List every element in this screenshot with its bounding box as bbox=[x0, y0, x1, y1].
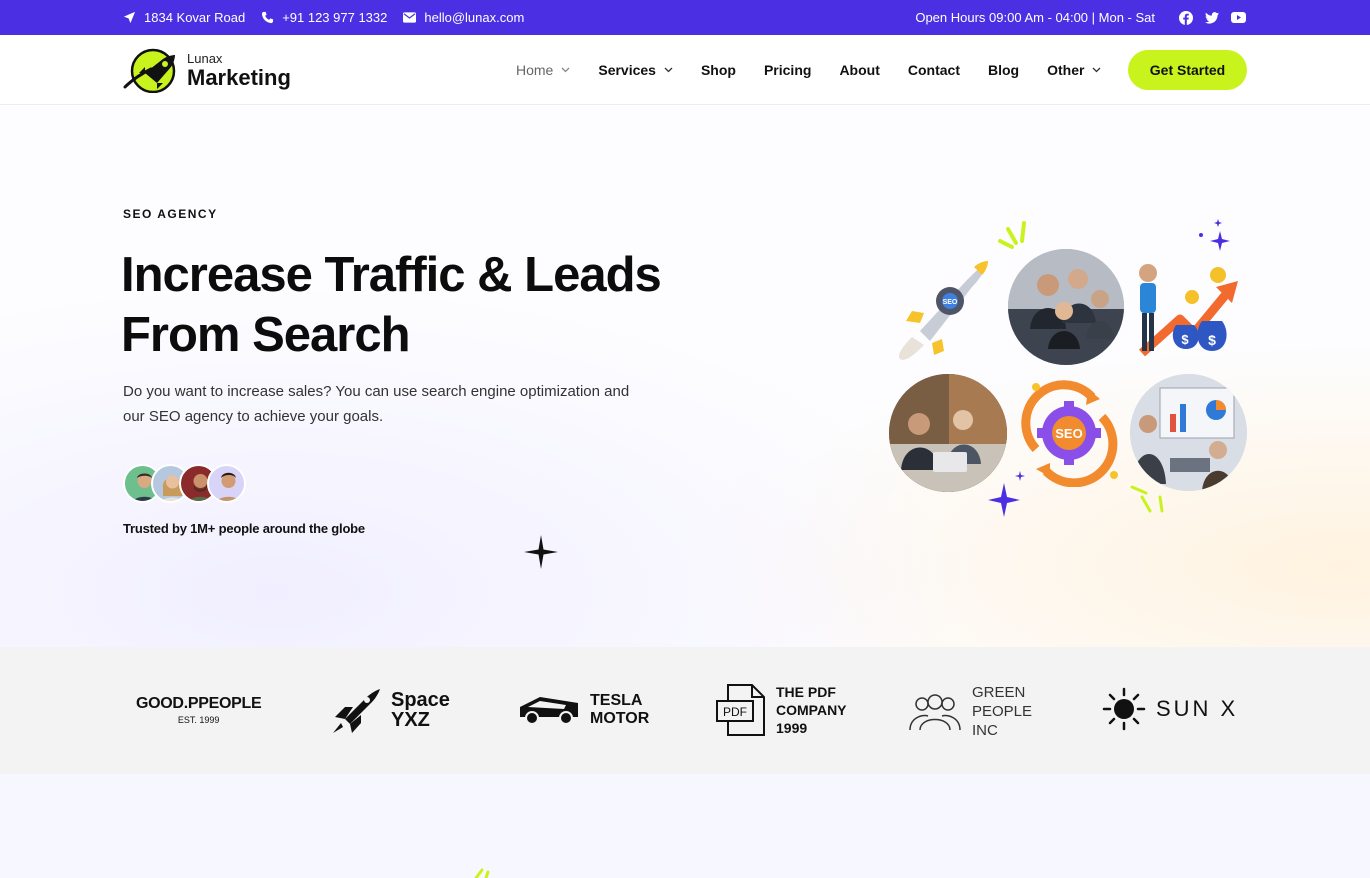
topbar-right: Open Hours 09:00 Am - 04:00 | Mon - Sat bbox=[915, 0, 1246, 35]
sparkle-icon bbox=[522, 533, 560, 571]
headline-line-1: Increase Traffic & Leads bbox=[121, 248, 662, 302]
brand-green-line2: PEOPLE bbox=[972, 703, 1033, 720]
avatar-group bbox=[123, 464, 246, 503]
phone-item[interactable]: +91 123 977 1332 bbox=[261, 10, 387, 25]
brand-pdf-line2: COMPANY bbox=[776, 702, 847, 718]
brand-space-yxz: Space YXZ bbox=[331, 685, 450, 735]
nav-services[interactable]: Services bbox=[598, 62, 673, 78]
nav-about-label: About bbox=[839, 62, 880, 78]
burst-lines-icon bbox=[1128, 483, 1168, 513]
nav-home-label: Home bbox=[516, 62, 554, 78]
presentation-photo-circle bbox=[1130, 374, 1247, 491]
hero-headline: Increase Traffic & Leads From Search bbox=[121, 245, 741, 365]
rocket-icon: SEO bbox=[890, 251, 990, 365]
envelope-icon bbox=[403, 12, 417, 23]
trusted-text: Trusted by 1M+ people around the globe bbox=[123, 521, 365, 536]
seo-gear-icon: SEO bbox=[1016, 379, 1122, 487]
nav-other[interactable]: Other bbox=[1047, 62, 1101, 78]
hero-illustration: SEO $ $ SEO bbox=[880, 215, 1260, 535]
brand-pdf-line1: THE PDF bbox=[776, 684, 836, 700]
social-links bbox=[1179, 10, 1246, 25]
brand-good-people: GOOD.PPEOPLE EST. 1999 bbox=[136, 695, 262, 725]
phone-text: +91 123 977 1332 bbox=[282, 10, 388, 25]
next-section bbox=[0, 774, 1370, 878]
brand-space-line2: YXZ bbox=[391, 709, 430, 731]
get-started-button[interactable]: Get Started bbox=[1128, 50, 1247, 90]
lead-line-1: Do you want to increase sales? You can u… bbox=[123, 383, 630, 400]
headline-line-2: From Search bbox=[121, 308, 411, 362]
brand-pdf-line3: 1999 bbox=[776, 720, 808, 736]
nav-blog[interactable]: Blog bbox=[988, 62, 1019, 78]
people-group-icon bbox=[908, 692, 962, 732]
open-hours: Open Hours 09:00 Am - 04:00 | Mon - Sat bbox=[915, 10, 1155, 25]
location-arrow-icon bbox=[123, 11, 136, 24]
nav-about[interactable]: About bbox=[839, 62, 879, 78]
svg-text:$: $ bbox=[1181, 332, 1189, 347]
seo-gear-text: SEO bbox=[1055, 426, 1082, 441]
svg-text:$: $ bbox=[1208, 332, 1216, 348]
hero-section: SEO AGENCY Increase Traffic & Leads From… bbox=[0, 105, 1370, 647]
brand-good-people-sub: EST. 1999 bbox=[177, 715, 220, 725]
sparkle-icon bbox=[986, 471, 1028, 519]
nav-pricing[interactable]: Pricing bbox=[764, 62, 811, 78]
email-text: hello@lunax.com bbox=[424, 10, 525, 25]
burst-lines-icon bbox=[470, 866, 496, 878]
nav-home[interactable]: Home bbox=[516, 62, 570, 78]
email-item[interactable]: hello@lunax.com bbox=[403, 10, 524, 25]
sun-icon bbox=[1102, 687, 1146, 731]
nav-pricing-label: Pricing bbox=[763, 62, 812, 78]
lead-line-2: our SEO agency to achieve your goals. bbox=[123, 408, 384, 425]
brand-tesla-motor: TESLA MOTOR bbox=[518, 692, 649, 728]
hero-eyebrow: SEO AGENCY bbox=[123, 207, 218, 221]
top-bar: 1834 Kovar Road +91 123 977 1332 hello@l… bbox=[0, 0, 1370, 35]
nav-shop[interactable]: Shop bbox=[701, 62, 736, 78]
avatar bbox=[207, 464, 246, 503]
nav-services-label: Services bbox=[598, 62, 656, 78]
facebook-icon[interactable] bbox=[1179, 10, 1193, 25]
address-text: 1834 Kovar Road bbox=[144, 10, 246, 25]
phone-icon bbox=[261, 11, 274, 24]
address-item: 1834 Kovar Road bbox=[123, 10, 245, 25]
contact-info: 1834 Kovar Road +91 123 977 1332 hello@l… bbox=[123, 0, 524, 35]
brand-green-people: GREEN PEOPLE INC bbox=[908, 683, 1032, 740]
burst-lines-icon bbox=[996, 221, 1032, 251]
nav-blog-label: Blog bbox=[988, 62, 1020, 78]
site-logo[interactable]: Lunax Marketing bbox=[123, 47, 291, 93]
logo-text: Lunax Marketing bbox=[187, 52, 291, 89]
hero-lead: Do you want to increase sales? You can u… bbox=[123, 379, 643, 429]
client-logos: GOOD.PPEOPLE EST. 1999 Space YXZ TESLA M… bbox=[0, 647, 1370, 774]
nav-contact[interactable]: Contact bbox=[908, 62, 960, 78]
rocket-icon bbox=[331, 685, 381, 735]
nav-shop-label: Shop bbox=[700, 62, 736, 78]
brand-sunx-name: SUN X bbox=[1156, 696, 1239, 721]
site-header: Lunax Marketing Home Services Shop Prici… bbox=[0, 35, 1370, 105]
chevron-down-icon bbox=[1092, 67, 1101, 73]
nav-contact-label: Contact bbox=[907, 62, 960, 78]
brand-green-line3: INC bbox=[972, 722, 998, 739]
brand-sun-x: SUN X bbox=[1102, 687, 1238, 731]
logo-big-text: Marketing bbox=[187, 64, 291, 90]
brand-tesla-line1: TESLA bbox=[590, 692, 643, 709]
youtube-icon[interactable] bbox=[1231, 12, 1246, 23]
rocket-logo-icon bbox=[123, 47, 181, 93]
brand-good-people-name: GOOD.PPEOPLE bbox=[136, 695, 262, 712]
logo-small-text: Lunax bbox=[187, 50, 223, 66]
brand-green-line1: GREEN bbox=[972, 684, 1026, 701]
brand-space-line1: Space bbox=[391, 689, 450, 711]
pdf-icon-label: PDF bbox=[723, 705, 747, 719]
team-photo-circle bbox=[1008, 249, 1124, 365]
brand-pdf-company: PDF THE PDF COMPANY 1999 bbox=[716, 683, 847, 737]
growth-chart-icon: $ $ bbox=[1132, 253, 1244, 359]
main-nav: Home Services Shop Pricing About Contact… bbox=[516, 35, 1101, 105]
car-icon bbox=[518, 693, 580, 727]
nav-other-label: Other bbox=[1047, 62, 1085, 78]
seo-rocket-badge-text: SEO bbox=[943, 299, 958, 306]
chevron-down-icon bbox=[561, 67, 570, 73]
pdf-file-icon: PDF bbox=[716, 683, 766, 737]
twitter-icon[interactable] bbox=[1205, 11, 1219, 24]
chevron-down-icon bbox=[664, 67, 673, 73]
brand-tesla-line2: MOTOR bbox=[590, 710, 650, 727]
